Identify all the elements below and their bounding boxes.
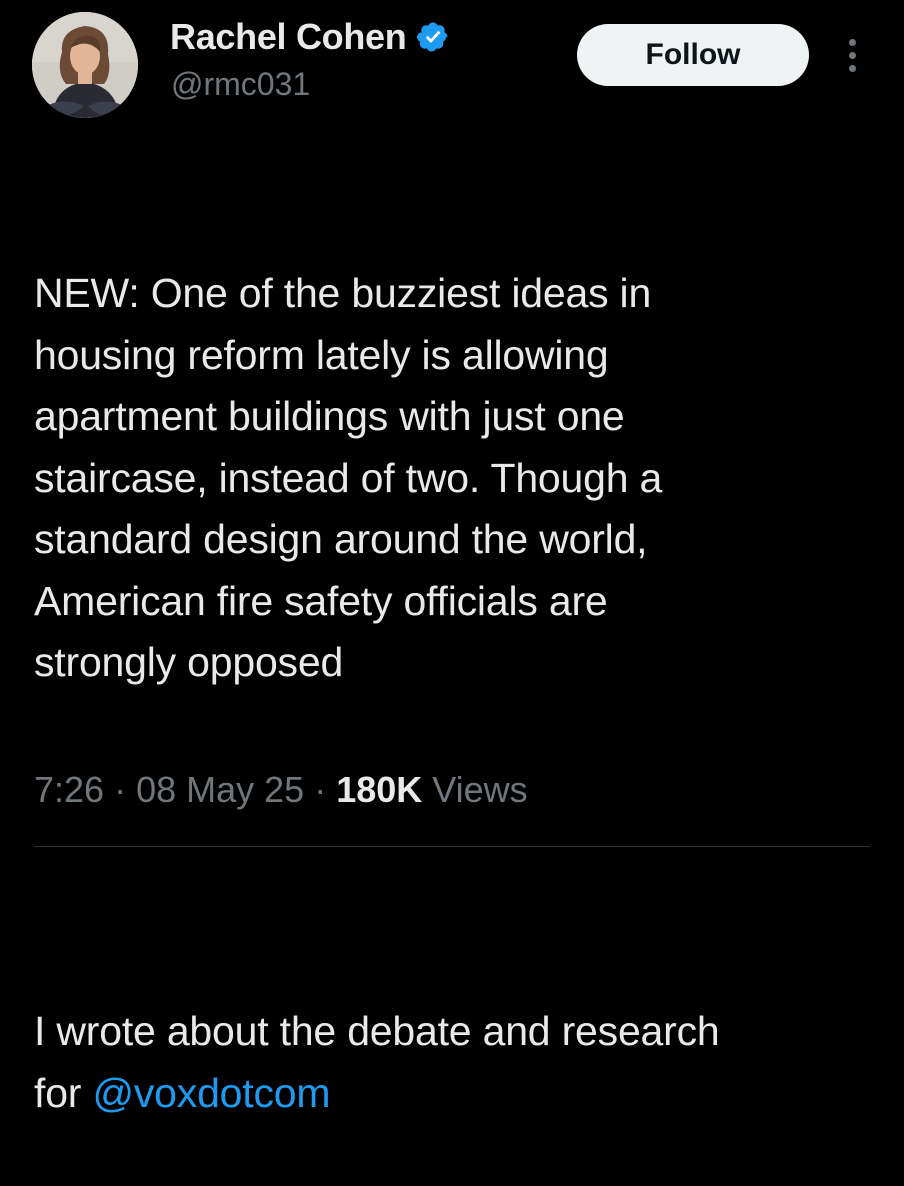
author-display-name[interactable]: Rachel Cohen [170,14,407,60]
views-label: Views [422,769,528,810]
more-dot [848,38,856,46]
more-dot [848,51,856,59]
divider [34,846,870,847]
tweet-paragraph-1: NEW: One of the buzziest ideas in housin… [34,270,663,685]
mention-link[interactable]: @voxdotcom [92,1070,330,1116]
tweet-paragraph-2-line-1: I wrote about the debate and research [34,1008,720,1054]
avatar[interactable] [32,12,138,118]
tweet-date[interactable]: 08 May 25 [136,769,304,810]
meta-separator: · [304,769,337,810]
meta-separator: · [104,769,137,810]
avatar-photo [32,12,138,118]
tweet-time[interactable]: 7:26 [34,769,104,810]
more-dot [848,64,856,72]
verified-badge-icon[interactable] [416,20,450,54]
author-name-row: Rachel Cohen [170,14,450,60]
more-vertical-icon[interactable] [834,33,870,77]
views-count: 180K [336,769,423,810]
tweet-paragraph-2-prefix: for [34,1069,93,1116]
tweet-meta: 7:26 · 08 May 25 · 180K Views [34,764,528,816]
tweet-text: NEW: One of the buzziest ideas in housin… [34,140,874,1186]
author-handle[interactable]: @rmc031 [171,64,310,104]
follow-button[interactable]: Follow [577,24,809,86]
tweet-paragraph-2: I wrote about the debate and research fo… [34,1001,874,1124]
